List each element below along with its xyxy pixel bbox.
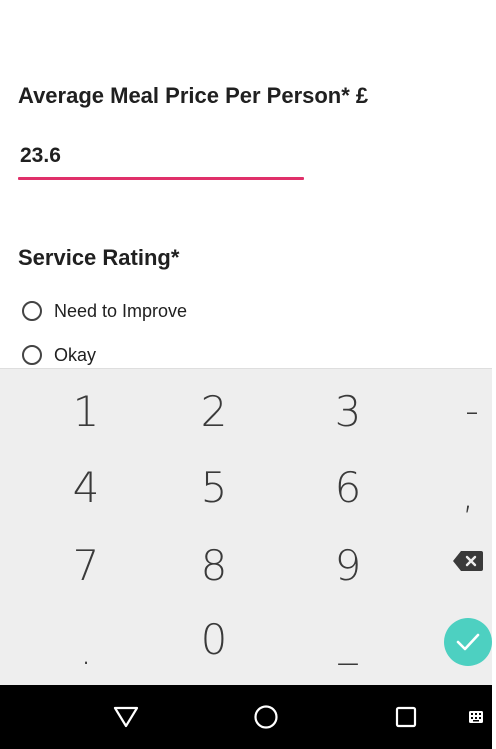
- key-comma[interactable]: ,: [408, 456, 496, 534]
- price-label: Average Meal Price Per Person* £: [18, 83, 369, 108]
- app-screen: Average Meal Price Per Person* £ 23.6 Se…: [0, 0, 496, 749]
- radio-okay[interactable]: Okay: [22, 340, 96, 370]
- input-underline: [18, 177, 304, 180]
- key-period[interactable]: .: [26, 612, 146, 690]
- key-underscore[interactable]: _: [288, 604, 408, 682]
- rating-label: Service Rating*: [18, 245, 180, 270]
- key-1[interactable]: 1: [26, 372, 146, 450]
- backspace-icon[interactable]: [452, 550, 484, 572]
- key-4[interactable]: 4: [26, 448, 146, 526]
- home-circle-icon[interactable]: [236, 685, 296, 749]
- key-6[interactable]: 6: [288, 448, 408, 526]
- key-5[interactable]: 5: [154, 448, 274, 526]
- keyboard-switch-icon[interactable]: [460, 685, 492, 749]
- meal-form: Average Meal Price Per Person* £ 23.6 Se…: [0, 0, 492, 368]
- radio-circle-icon: [22, 301, 42, 321]
- key-8[interactable]: 8: [154, 526, 274, 604]
- done-button[interactable]: [444, 618, 492, 666]
- screen-edge: [492, 0, 496, 749]
- key-9[interactable]: 9: [288, 526, 408, 604]
- back-triangle-icon[interactable]: [96, 685, 156, 749]
- recents-square-icon[interactable]: [376, 685, 436, 749]
- price-input-value: 23.6: [20, 144, 61, 167]
- key-7[interactable]: 7: [26, 526, 146, 604]
- checkmark-icon: [456, 633, 480, 651]
- radio-need-to-improve[interactable]: Need to Improve: [22, 296, 187, 326]
- price-input[interactable]: 23.6: [18, 142, 304, 182]
- radio-circle-icon: [22, 345, 42, 365]
- radio-label: Okay: [54, 344, 97, 365]
- key-0[interactable]: 0: [154, 600, 274, 678]
- radio-label: Need to Improve: [54, 300, 188, 321]
- key-minus[interactable]: -: [412, 372, 496, 450]
- system-nav-bar: [0, 685, 496, 749]
- key-2[interactable]: 2: [154, 372, 274, 450]
- key-3[interactable]: 3: [288, 372, 408, 450]
